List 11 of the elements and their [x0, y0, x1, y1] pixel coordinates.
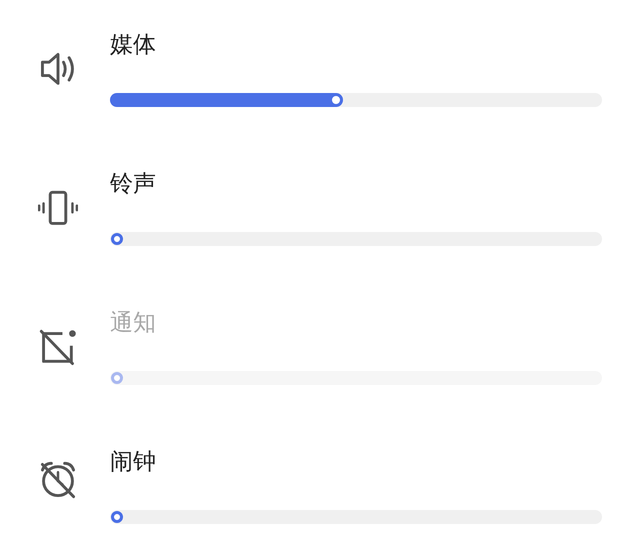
volume-slider[interactable] — [110, 93, 602, 107]
slider-thumb[interactable] — [111, 511, 123, 523]
volume-slider[interactable] — [110, 371, 602, 385]
slider-thumb[interactable] — [329, 93, 344, 107]
slider-label: 通知 — [110, 309, 156, 338]
volume-slider[interactable] — [110, 510, 602, 524]
slider-thumb[interactable] — [111, 233, 123, 245]
volume-slider[interactable] — [110, 232, 602, 246]
slider-label: 闹钟 — [110, 448, 156, 477]
slider-label: 媒体 — [110, 31, 156, 60]
slider-label: 铃声 — [110, 170, 156, 199]
